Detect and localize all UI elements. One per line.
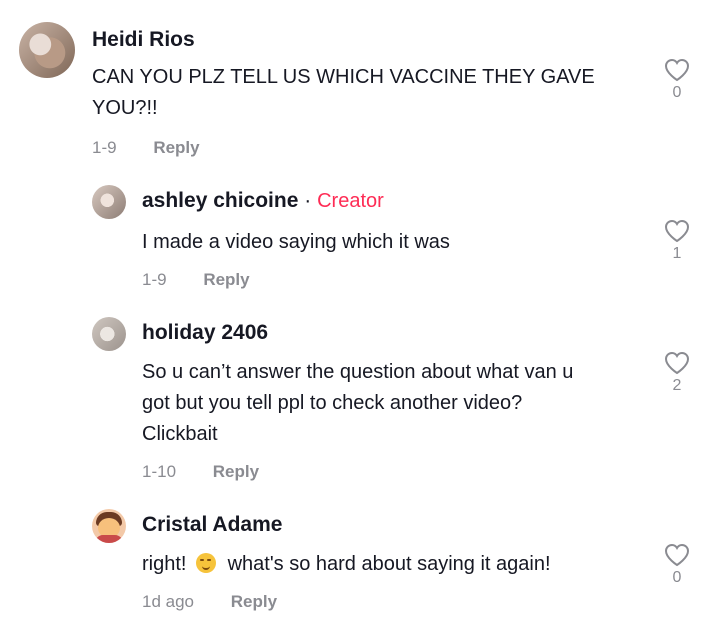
heart-outline-icon xyxy=(664,351,690,375)
comment-meta: 1-9 Reply xyxy=(142,270,250,290)
comment-author-row: ashley chicoine · Creator xyxy=(142,189,384,213)
avatar[interactable] xyxy=(92,185,126,219)
avatar-shirt xyxy=(95,535,123,543)
like-button[interactable]: 0 xyxy=(660,543,694,587)
like-button[interactable]: 1 xyxy=(660,219,694,263)
comment-author[interactable]: Cristal Adame xyxy=(142,513,282,537)
comment-author[interactable]: ashley chicoine xyxy=(142,189,298,212)
heart-outline-icon xyxy=(664,543,690,567)
comment-text: I made a video saying which it was xyxy=(142,231,450,253)
reply-button[interactable]: Reply xyxy=(231,592,277,611)
comment-author[interactable]: Heidi Rios xyxy=(92,28,195,52)
like-count: 1 xyxy=(672,245,682,262)
creator-badge: Creator xyxy=(317,190,384,212)
comment-date: 1-9 xyxy=(92,138,117,157)
comment-text-after: what's so hard about saying it again! xyxy=(227,553,551,575)
comment-text-line: YOU?!! xyxy=(92,97,158,119)
comment-text-line: CAN YOU PLZ TELL US WHICH VACCINE THEY G… xyxy=(92,66,595,88)
comment-date: 1-10 xyxy=(142,462,177,481)
comment-date: 1d ago xyxy=(142,592,194,611)
avatar[interactable] xyxy=(92,509,126,543)
reply-button[interactable]: Reply xyxy=(203,270,249,289)
avatar[interactable] xyxy=(92,317,126,351)
comment-text-line: Clickbait xyxy=(142,423,218,445)
reply-button[interactable]: Reply xyxy=(213,462,259,481)
comment-meta: 1d ago Reply xyxy=(142,592,277,612)
comment-text: right! what's so hard about saying it ag… xyxy=(142,549,551,580)
like-button[interactable]: 0 xyxy=(660,58,694,102)
smirk-emoji-icon xyxy=(196,553,217,573)
comment-text-line: So u can’t answer the question about wha… xyxy=(142,361,574,383)
comment-text: So u can’t answer the question about wha… xyxy=(142,357,573,450)
like-count: 0 xyxy=(672,84,682,101)
heart-outline-icon xyxy=(664,219,690,243)
heart-outline-icon xyxy=(664,58,690,82)
comment-meta: 1-10 Reply xyxy=(142,462,259,482)
like-count: 2 xyxy=(672,377,682,394)
avatar[interactable] xyxy=(19,22,75,78)
comment-text: CAN YOU PLZ TELL US WHICH VACCINE THEY G… xyxy=(92,62,595,124)
like-button[interactable]: 2 xyxy=(660,351,694,395)
author-separator: · xyxy=(304,189,312,212)
comment-meta: 1-9 Reply xyxy=(92,138,200,158)
comment-date: 1-9 xyxy=(142,270,167,289)
like-count: 0 xyxy=(672,569,682,586)
comment-text-before: right! xyxy=(142,553,187,575)
comment-text-line: got but you tell ppl to check another vi… xyxy=(142,392,523,414)
comment-author[interactable]: holiday 2406 xyxy=(142,321,268,345)
reply-button[interactable]: Reply xyxy=(153,138,199,157)
